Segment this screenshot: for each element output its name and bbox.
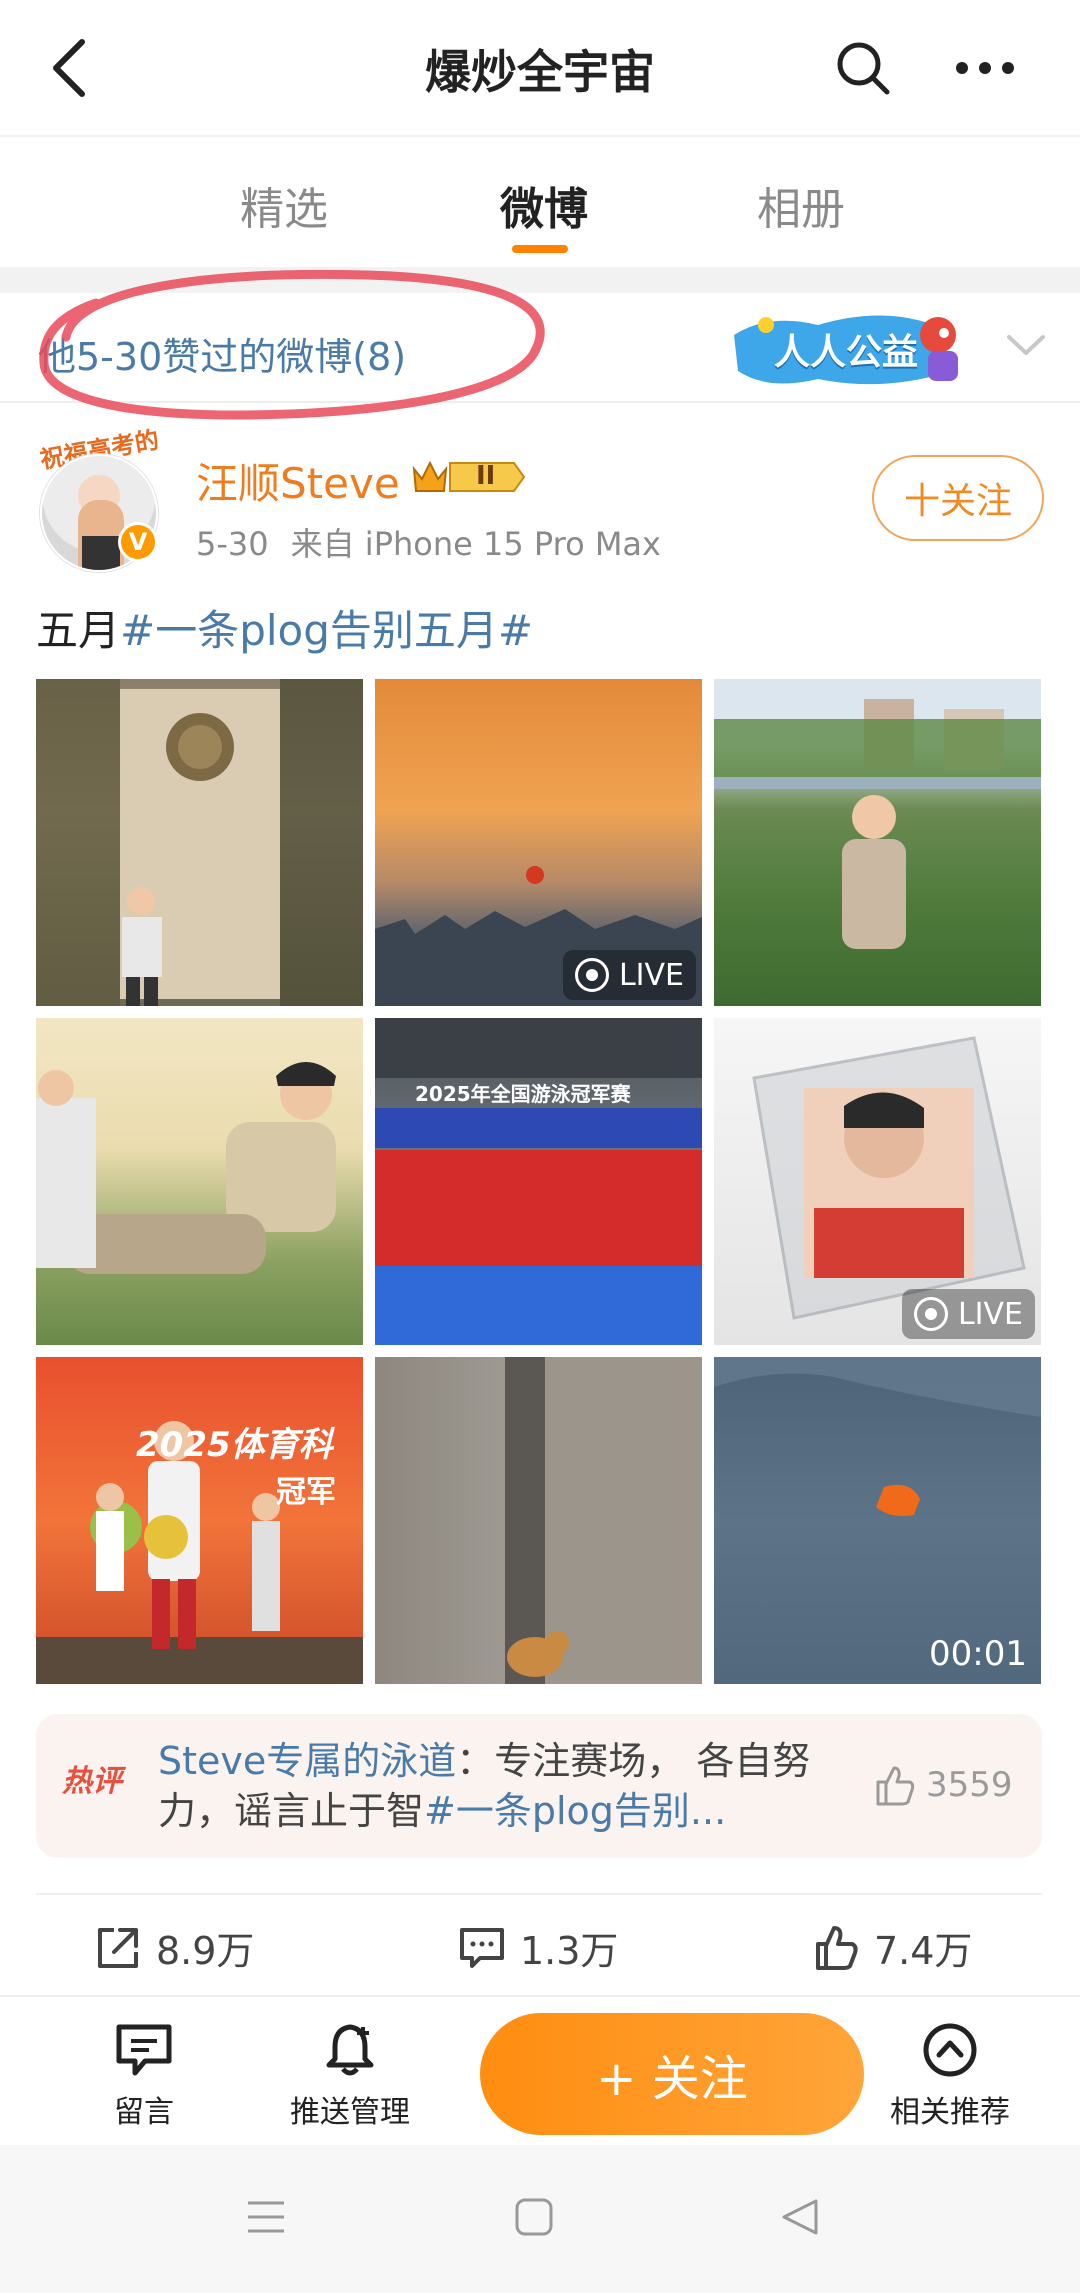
- home-icon[interactable]: [504, 2187, 564, 2247]
- comment-icon: [460, 1927, 504, 1968]
- message-button[interactable]: 留言: [74, 2019, 214, 2131]
- tab-weibo[interactable]: 微博: [500, 173, 588, 237]
- live-badge: LIVE: [562, 950, 696, 1000]
- comment-count: 1.3万: [520, 1929, 619, 1973]
- live-label: LIVE: [957, 1296, 1023, 1332]
- hot-comment[interactable]: 热评 Steve专属的泳道：专注赛场， 各自努力，谣言止于智#一条plog告别.…: [36, 1714, 1042, 1858]
- sunset-photo[interactable]: LIVE: [375, 679, 702, 1006]
- live-icon: [913, 1297, 948, 1331]
- stone-monument-photo[interactable]: [36, 679, 363, 1006]
- hot-comment-tag: 热评: [62, 1764, 122, 1799]
- video-duration: 00:01: [929, 1634, 1027, 1674]
- image-grid: LIVE 2025年全国游泳冠军赛 LIVE 2025体育科 冠军 00:01: [36, 679, 1042, 1684]
- lotus-pond-photo[interactable]: [714, 679, 1041, 1006]
- repost-count: 8.9万: [156, 1929, 255, 1973]
- bell-icon: [326, 2024, 374, 2076]
- live-icon: [574, 958, 609, 992]
- follow-main-button[interactable]: + 关注: [480, 2013, 864, 2135]
- top-bar: 爆炒全宇宙: [0, 0, 1080, 135]
- push-settings-button[interactable]: 推送管理: [280, 2019, 420, 2131]
- crystal-photo[interactable]: LIVE: [714, 1018, 1041, 1345]
- award-stage-photo[interactable]: 2025体育科 冠军: [36, 1357, 363, 1684]
- page-title: 爆炒全宇宙: [425, 45, 655, 99]
- hot-comment-hashtag[interactable]: #一条plog告别...: [424, 1789, 726, 1833]
- post-meta: 5-30 来自 iPhone 15 Pro Max: [196, 519, 661, 565]
- level-badge[interactable]: II: [410, 455, 528, 499]
- red-circle-annotation: [39, 269, 545, 420]
- promo-text: 人人公益: [774, 332, 919, 373]
- post-date: 5-30: [196, 525, 269, 563]
- related-label: 相关推荐: [890, 2095, 1010, 2130]
- chevron-down-icon[interactable]: [1003, 323, 1049, 369]
- championship-banner-text: 2025年全国游泳冠军赛: [415, 1082, 631, 1106]
- username[interactable]: 汪顺Steve: [196, 450, 400, 511]
- charity-promo-banner[interactable]: 人人公益: [728, 305, 998, 391]
- profile-tabs: 精选 微博 相册: [0, 135, 1080, 267]
- post-text-prefix: 五月: [36, 606, 121, 655]
- stage-banner-text: 2025体育科: [136, 1425, 333, 1465]
- repost-button[interactable]: 8.9万: [94, 1920, 254, 1975]
- system-nav-bar: [0, 2145, 1080, 2293]
- post-hashtag[interactable]: #一条plog告别五月#: [120, 606, 533, 655]
- sitting-on-grass-photo[interactable]: [36, 1018, 363, 1345]
- liked-posts-header[interactable]: 他5-30赞过的微博(8) 人人公益: [0, 269, 1080, 420]
- message-label: 留言: [114, 2095, 174, 2130]
- tab-album[interactable]: 相册: [757, 173, 845, 237]
- avatar-figure-trunks: [82, 536, 120, 570]
- like-count: 7.4万: [874, 1929, 973, 1973]
- search-icon[interactable]: [828, 28, 898, 108]
- tab-featured[interactable]: 精选: [240, 173, 328, 237]
- level-badge-text: II: [476, 461, 496, 491]
- post-source: 来自 iPhone 15 Pro Max: [290, 525, 661, 563]
- hot-comment-text: Steve专属的泳道：专注赛场， 各自努力，谣言止于智#一条plog告别...: [158, 1736, 858, 1836]
- bottom-action-bar: 留言 推送管理 + 关注 相关推荐: [0, 1995, 1080, 2145]
- related-icon: [923, 2023, 977, 2077]
- post-divider: [36, 1893, 1042, 1895]
- stage-banner-subtext: 冠军: [276, 1475, 336, 1510]
- post-text: 五月#一条plog告别五月#: [36, 597, 533, 658]
- push-settings-label: 推送管理: [290, 2095, 410, 2130]
- active-tab-indicator: [512, 245, 568, 253]
- like-button[interactable]: 7.4万: [812, 1920, 972, 1975]
- verified-badge-icon: V: [118, 522, 158, 562]
- hot-comment-like-count: 3559: [926, 1765, 1013, 1805]
- back-triangle-icon[interactable]: [770, 2187, 830, 2247]
- message-icon: [116, 2024, 172, 2076]
- comment-button[interactable]: 1.3万: [458, 1920, 618, 1975]
- hot-comment-like[interactable]: 3559: [872, 1762, 1013, 1808]
- live-badge: LIVE: [901, 1289, 1035, 1339]
- menu-icon[interactable]: [236, 2187, 296, 2247]
- championship-group-photo[interactable]: 2025年全国游泳冠军赛: [375, 1018, 702, 1345]
- repost-icon: [98, 1927, 138, 1968]
- alley-dog-photo[interactable]: [375, 1357, 702, 1684]
- orange-shoe-video[interactable]: 00:01: [714, 1357, 1041, 1684]
- live-label: LIVE: [618, 957, 684, 993]
- more-icon[interactable]: [945, 28, 1025, 108]
- thumbs-up-icon: [816, 1925, 858, 1970]
- post-actions: 8.9万 1.3万 7.4万: [0, 1910, 1080, 2000]
- thumbs-up-icon: [876, 1766, 915, 1806]
- hot-comment-author[interactable]: Steve专属的泳道: [158, 1739, 456, 1783]
- related-button[interactable]: 相关推荐: [880, 2019, 1020, 2131]
- follow-button[interactable]: 十关注: [872, 455, 1044, 541]
